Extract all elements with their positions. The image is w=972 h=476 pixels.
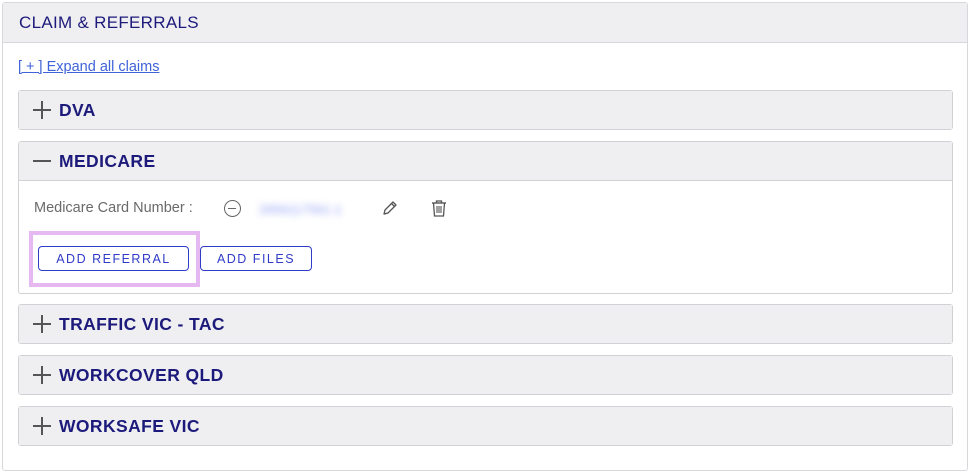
- claim-header-dva[interactable]: DVA: [19, 91, 952, 129]
- claim-header-medicare[interactable]: MEDICARE: [19, 142, 952, 181]
- medicare-card-value: 2956117561-1: [259, 202, 342, 217]
- claim-body-medicare: Medicare Card Number : 2956117561-1 ADD …: [19, 181, 952, 292]
- claim-header-worksafe-vic[interactable]: WORKSAFE VIC: [19, 407, 952, 445]
- panel-header: CLAIM & REFERRALS: [3, 3, 967, 43]
- plus-icon: [33, 101, 51, 119]
- plus-icon: [33, 366, 51, 384]
- panel-title: CLAIM & REFERRALS: [19, 13, 199, 32]
- minus-circle-icon[interactable]: [224, 200, 241, 217]
- add-files-button[interactable]: ADD FILES: [200, 246, 312, 271]
- expand-all-claims-link[interactable]: [ + ] Expand all claims: [18, 59, 159, 75]
- claim-title: WORKCOVER QLD: [59, 365, 224, 385]
- claim-accordion-worksafe-vic: WORKSAFE VIC: [18, 406, 953, 446]
- claim-accordion-traffic-vic-tac: TRAFFIC VIC - TAC: [18, 304, 953, 344]
- claim-header-traffic-vic-tac[interactable]: TRAFFIC VIC - TAC: [19, 305, 952, 343]
- claim-title: MEDICARE: [59, 151, 156, 171]
- claim-header-workcover-qld[interactable]: WORKCOVER QLD: [19, 356, 952, 394]
- claim-title: DVA: [59, 100, 96, 120]
- pencil-icon[interactable]: [380, 198, 400, 218]
- medicare-card-label: Medicare Card Number :: [34, 200, 193, 216]
- plus-icon: [33, 315, 51, 333]
- claim-accordion-dva: DVA: [18, 90, 953, 130]
- claim-title: TRAFFIC VIC - TAC: [59, 314, 225, 334]
- claim-accordion-medicare: MEDICARE Medicare Card Number : 29561175…: [18, 141, 953, 294]
- claim-accordion-workcover-qld: WORKCOVER QLD: [18, 355, 953, 395]
- plus-icon: [33, 417, 51, 435]
- highlight-box: [29, 231, 200, 287]
- claim-title: WORKSAFE VIC: [59, 416, 200, 436]
- trash-icon[interactable]: [429, 198, 449, 218]
- minus-icon: [33, 152, 51, 170]
